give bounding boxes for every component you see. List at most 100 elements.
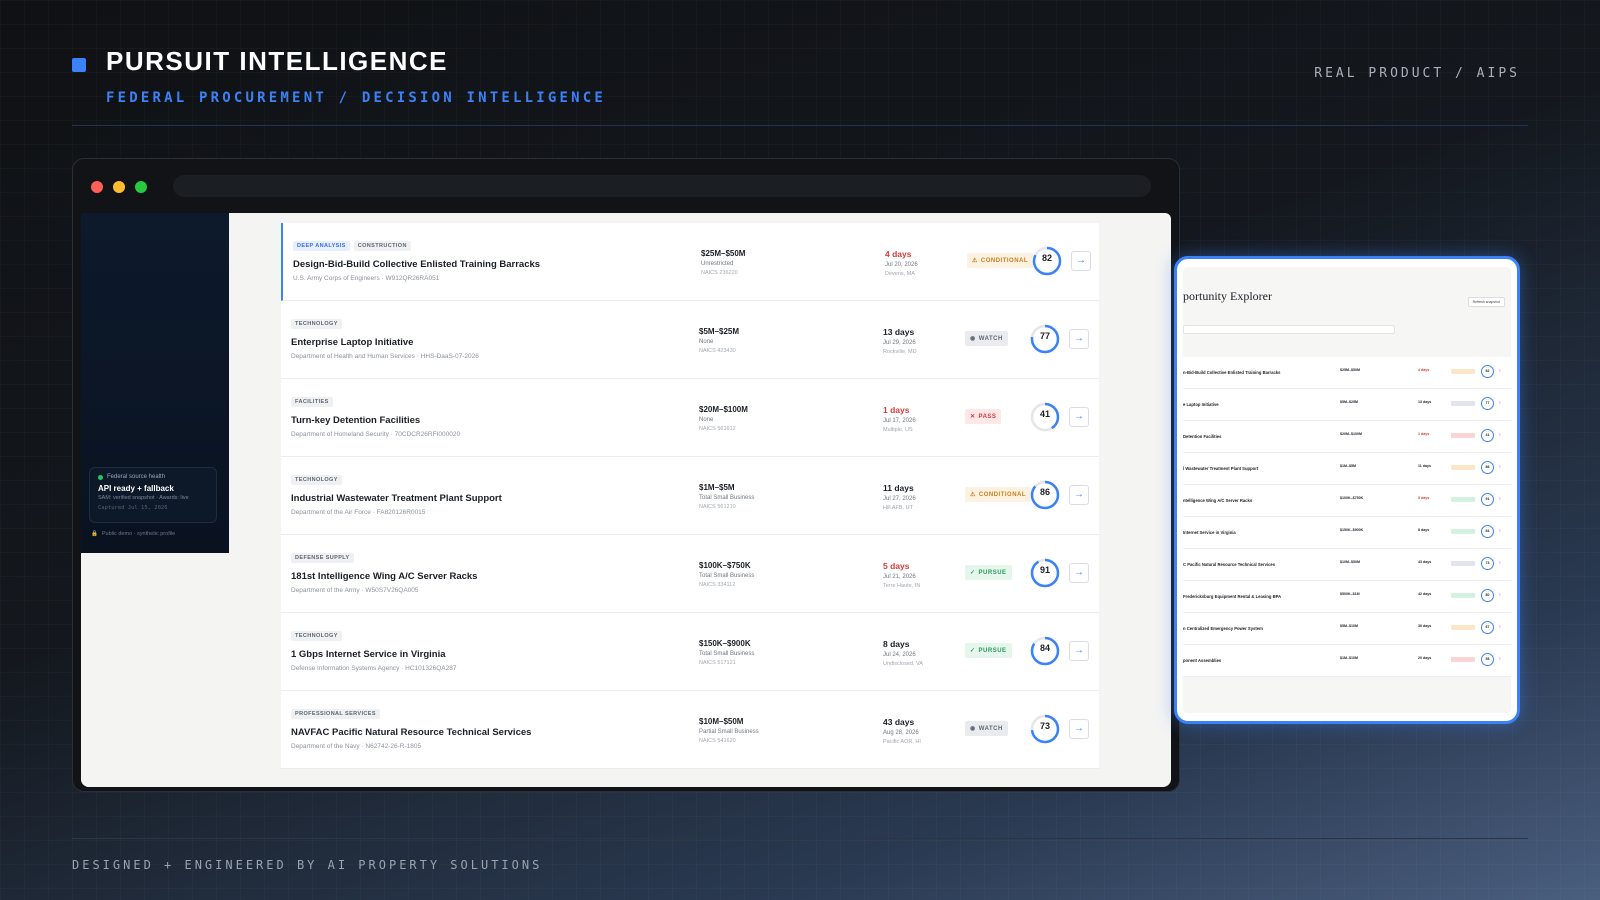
table-row[interactable]: FACILITIES Turn-key Detention Facilities D… <box>281 379 1099 457</box>
opportunity-list: DEEP ANALYSIS CONSTRUCTION Design-Bid-Buil… <box>281 223 1099 769</box>
health-status: API ready + fallback <box>98 484 174 493</box>
table-row[interactable]: TECHNOLOGY Enterprise Laptop Initiative De… <box>281 301 1099 379</box>
open-arrow-button[interactable]: → <box>1071 251 1091 271</box>
tablet-row[interactable]: Internet Service in Virginia $150K–$900K 8… <box>1183 517 1511 549</box>
tag-group: DEEP ANALYSIS CONSTRUCTION <box>293 241 411 251</box>
category-tag: CONSTRUCTION <box>353 241 411 251</box>
tablet-row-name: Fredericksburg Equipment Rental & Leasin… <box>1183 594 1282 599</box>
opportunity-agency: Department of the Army · W50S7V26QA005 <box>291 587 419 594</box>
tablet-row-name: l Wastewater Treatment Plant Support <box>1183 466 1259 471</box>
tablet-row[interactable]: Fredericksburg Equipment Rental & Leasin… <box>1183 581 1511 613</box>
opportunity-name[interactable]: NAVFAC Pacific Natural Resource Technica… <box>291 727 531 738</box>
open-arrow-button[interactable]: → <box>1069 407 1089 427</box>
recommendation-badge: ⚠ CONDITIONAL <box>965 487 1032 502</box>
value-range: $100K–$750K <box>699 561 751 570</box>
tablet-row[interactable]: Detention Facilities $20M–$100M 1 days 41 › <box>1183 421 1511 453</box>
tablet-row[interactable]: n Centralized Emergency Power System $5M–… <box>1183 613 1511 645</box>
tablet-row[interactable]: l Wastewater Treatment Plant Support $1M–… <box>1183 453 1511 485</box>
opportunity-agency: Department of the Air Force · FA820126R0… <box>291 509 426 516</box>
tablet-row-value: $1M–$10M <box>1340 656 1358 660</box>
sidebar-spacer <box>81 553 281 787</box>
table-row[interactable]: TECHNOLOGY Industrial Wastewater Treatmen… <box>281 457 1099 535</box>
open-arrow-button[interactable]: → <box>1069 641 1089 661</box>
browser-window: DEEP ANALYSIS CONSTRUCTION Design-Bid-Buil… <box>72 158 1180 792</box>
set-aside: Total Small Business <box>699 573 755 579</box>
category-tag: TECHNOLOGY <box>291 319 342 329</box>
place-of-performance: Multiple, US <box>883 427 913 433</box>
lock-icon: 🔒 <box>91 531 98 537</box>
due-cell: 8 days Jul 24, 2026 Undisclosed, VA <box>883 639 923 667</box>
tag-group: TECHNOLOGY <box>291 319 342 329</box>
opportunity-name[interactable]: Turn-key Detention Facilities <box>291 415 420 426</box>
opportunity-agency: Department of Homeland Security · 70CDCR… <box>291 431 461 438</box>
category-tag: TECHNOLOGY <box>291 475 342 485</box>
value-cell: $100K–$750K Total Small Business NAICS 334… <box>699 561 754 588</box>
tablet-row[interactable]: n-Bid-Build Collective Enlisted Training… <box>1183 357 1511 389</box>
tablet-row-badge <box>1451 401 1475 406</box>
table-row[interactable]: DEEP ANALYSIS CONSTRUCTION Design-Bid-Buil… <box>281 223 1099 301</box>
tablet-page-title: portunity Explorer <box>1183 289 1272 303</box>
tablet-row-value: $100K–$750K <box>1340 496 1364 500</box>
table-row[interactable]: PROFESSIONAL SERVICES NAVFAC Pacific Natu… <box>281 691 1099 769</box>
tablet-row-arrow-icon[interactable]: › <box>1499 624 1501 630</box>
maximize-window-icon[interactable] <box>135 181 147 193</box>
value-range: $1M–$5M <box>699 483 735 492</box>
tablet-row-arrow-icon[interactable]: › <box>1499 560 1501 566</box>
check-icon: ✓ <box>970 570 976 576</box>
tablet-row[interactable]: e Laptop Initiative $5M–$25M 13 days 77 › <box>1183 389 1511 421</box>
due-cell: 5 days Jul 21, 2026 Terre Haute, IN <box>883 561 920 589</box>
tablet-row[interactable]: C Pacific Natural Resource Technical Ser… <box>1183 549 1511 581</box>
tag-group: DEFENSE SUPPLY <box>291 553 354 563</box>
tablet-row-arrow-icon[interactable]: › <box>1499 528 1501 534</box>
tablet-row-arrow-icon[interactable]: › <box>1499 400 1501 406</box>
opportunity-name[interactable]: Design-Bid-Build Collective Enlisted Tra… <box>293 259 540 270</box>
tablet-row-arrow-icon[interactable]: › <box>1499 464 1501 470</box>
opportunity-name[interactable]: Industrial Wastewater Treatment Plant Su… <box>291 493 502 504</box>
warning-icon: ⚠ <box>972 258 978 264</box>
recommendation-badge: ✓ PURSUE <box>965 643 1012 658</box>
tablet-row-arrow-icon[interactable]: › <box>1499 656 1501 662</box>
tablet-row-badge <box>1451 561 1475 566</box>
brand-square-icon <box>72 58 86 72</box>
tablet-row[interactable]: ntelligence Wing A/C Server Racks $100K–$… <box>1183 485 1511 517</box>
tablet-row-score: 58 <box>1481 653 1494 666</box>
opportunity-agency: U.S. Army Corps of Engineers · W912QR26R… <box>293 275 440 282</box>
footer-credit: DESIGNED + ENGINEERED BY AI PROPERTY SOL… <box>72 858 543 872</box>
tablet-search-input[interactable] <box>1183 325 1395 334</box>
open-arrow-button[interactable]: → <box>1069 719 1089 739</box>
tablet-row-value: $10M–$50M <box>1340 560 1360 564</box>
tablet-row-name: e Laptop Initiative <box>1183 402 1219 407</box>
score-value: 84 <box>1039 643 1050 653</box>
opportunity-name[interactable]: 181st Intelligence Wing A/C Server Racks <box>291 571 477 582</box>
place-of-performance: Pacific AOR, HI <box>883 739 921 745</box>
score-ring: 77 <box>1029 323 1061 355</box>
value-cell: $5M–$25M None NAICS 423430 <box>699 327 739 354</box>
open-arrow-button[interactable]: → <box>1069 563 1089 583</box>
opportunity-name[interactable]: Enterprise Laptop Initiative <box>291 337 413 348</box>
tablet-row-arrow-icon[interactable]: › <box>1499 592 1501 598</box>
opportunity-agency: Department of Health and Human Services … <box>291 353 479 360</box>
tablet-row-arrow-icon[interactable]: › <box>1499 368 1501 374</box>
tablet-row[interactable]: ponent Assemblies $1M–$10M 20 days 58 › <box>1183 645 1511 677</box>
refresh-snapshot-button[interactable]: Refresh snapshot <box>1467 297 1505 307</box>
place-of-performance: Rockville, MD <box>883 349 917 355</box>
opportunity-agency: Defense Information Systems Agency · HC1… <box>291 665 457 672</box>
corner-tag: REAL PRODUCT / AIPS <box>1314 66 1520 81</box>
value-cell: $10M–$50M Partial Small Business NAICS 541… <box>699 717 759 744</box>
sidebar: Federal source health API ready + fallba… <box>81 213 229 553</box>
opportunity-name[interactable]: 1 Gbps Internet Service in Virginia <box>291 649 446 660</box>
table-row[interactable]: TECHNOLOGY 1 Gbps Internet Service in Vir… <box>281 613 1099 691</box>
open-arrow-button[interactable]: → <box>1069 329 1089 349</box>
table-row[interactable]: DEFENSE SUPPLY 181st Intelligence Wing A/… <box>281 535 1099 613</box>
tablet-row-arrow-icon[interactable]: › <box>1499 496 1501 502</box>
tablet-row-score: 77 <box>1481 397 1494 410</box>
tablet-row-arrow-icon[interactable]: › <box>1499 432 1501 438</box>
address-bar[interactable] <box>173 175 1151 197</box>
score-ring: 86 <box>1029 479 1061 511</box>
open-arrow-button[interactable]: → <box>1069 485 1089 505</box>
minimize-window-icon[interactable] <box>113 181 125 193</box>
close-window-icon[interactable] <box>91 181 103 193</box>
source-health-card: Federal source health API ready + fallba… <box>89 467 217 523</box>
tablet-row-value: $150K–$900K <box>1340 528 1364 532</box>
recommendation-label: CONDITIONAL <box>980 257 1029 264</box>
